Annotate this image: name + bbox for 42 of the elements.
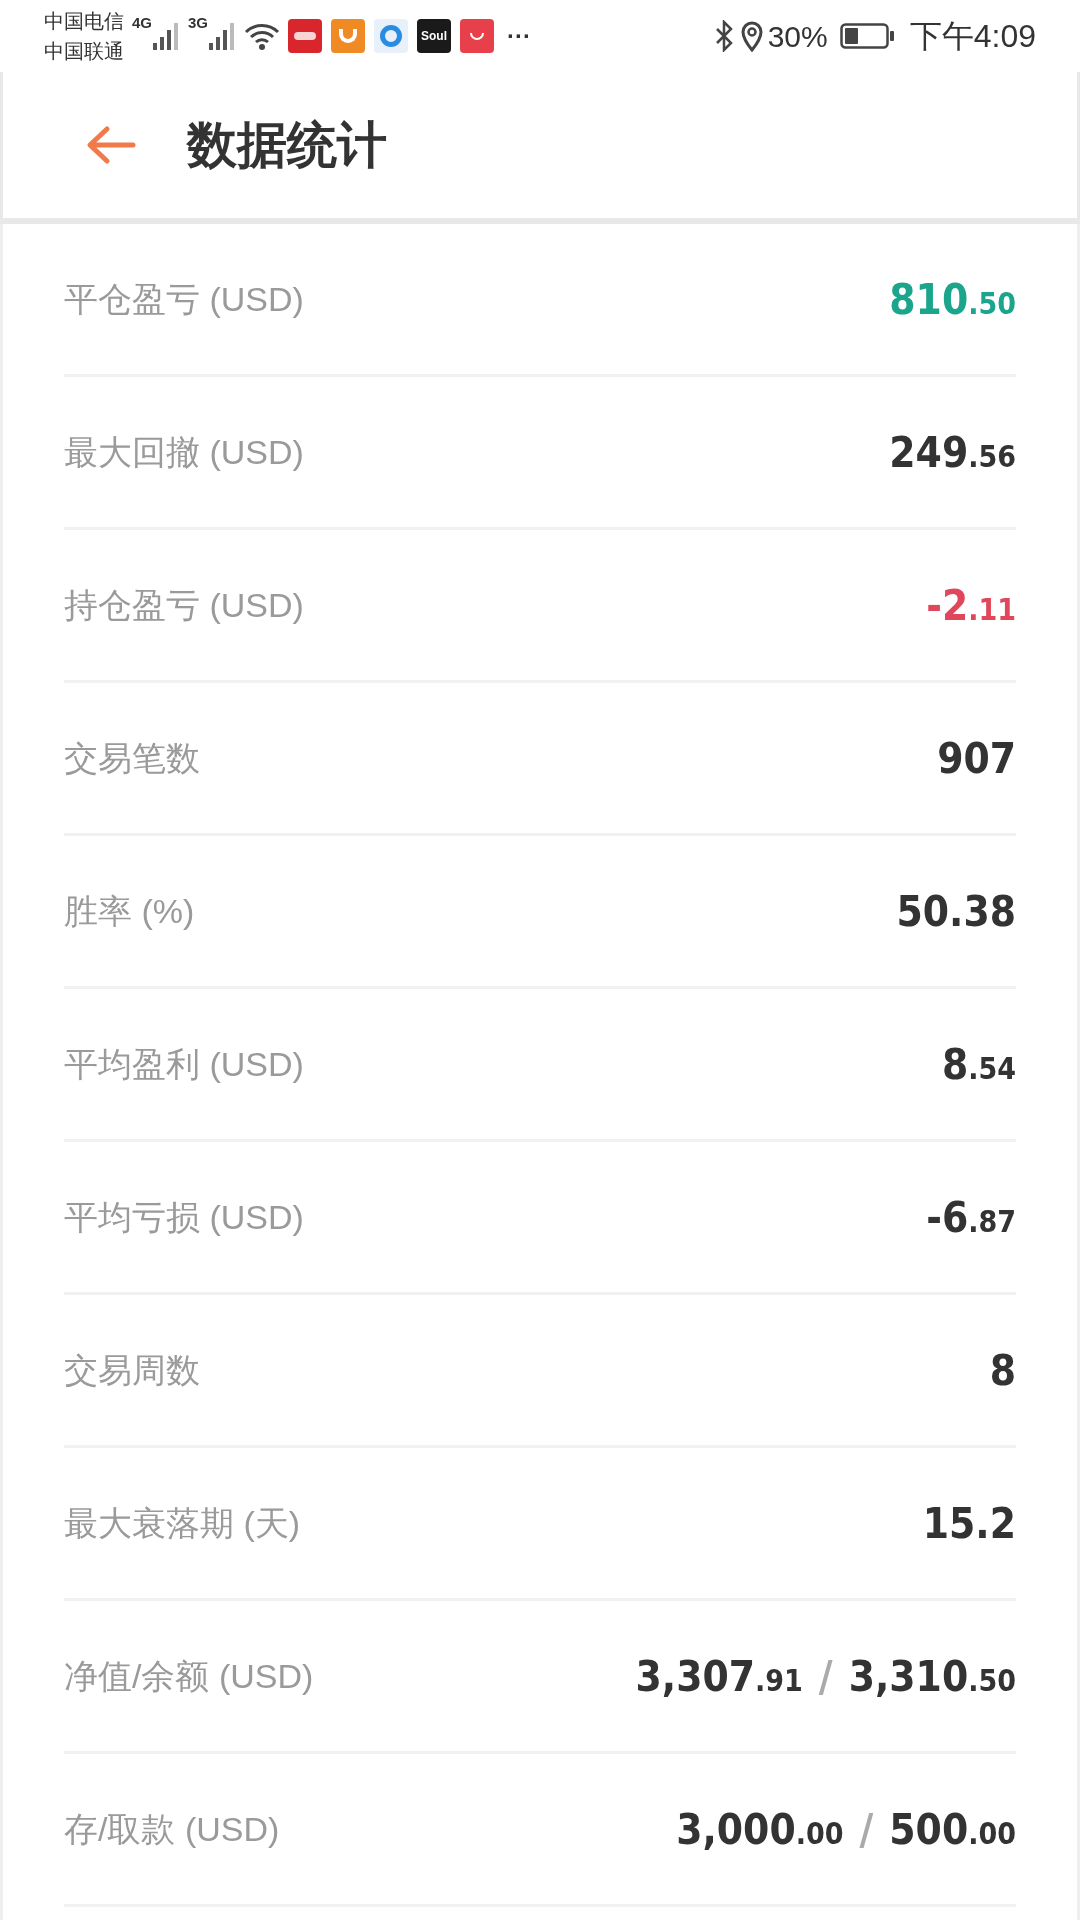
carrier-name: 中国联通 (44, 39, 124, 64)
location-icon (739, 20, 764, 52)
wifi-icon (244, 22, 281, 50)
back-arrow-icon[interactable] (85, 125, 137, 165)
app-icon: Soul (417, 19, 452, 53)
carrier-name: 中国电信 (44, 9, 124, 34)
battery-icon (839, 23, 896, 49)
signal-icon (208, 21, 235, 51)
bluetooth-icon (713, 20, 734, 52)
page-title: 数据统计 (187, 115, 387, 175)
stat-value: 50.38 (896, 885, 1016, 938)
stat-label: 交易周数 (64, 1349, 200, 1391)
stat-value: 3,000.00 / 500.00 (676, 1803, 1016, 1856)
app-icon (288, 19, 323, 53)
stat-label: 最大回撤 (USD) (64, 431, 304, 473)
stat-label: 净值/余额 (USD) (64, 1655, 314, 1697)
stat-label: 交易笔数 (64, 737, 200, 779)
app-icon (374, 19, 409, 53)
stat-label: 存/取款 (USD) (64, 1808, 280, 1850)
app-icon (331, 19, 366, 53)
battery-percent: 30% (767, 18, 828, 55)
stat-label: 平仓盈亏 (USD) (64, 278, 304, 320)
stat-value: 3,307.91 / 3,310.50 (635, 1650, 1016, 1703)
stat-label: 最大衰落期 (天) (64, 1502, 301, 1544)
stat-value: 907 (937, 732, 1016, 785)
stat-value: 8 (989, 1344, 1016, 1397)
stat-label: 胜率 (%) (64, 890, 195, 932)
stat-value: -2.11 (926, 579, 1016, 632)
clock-time: 下午4:09 (909, 17, 1036, 56)
app-icon (460, 19, 495, 53)
stat-value: 249.56 (889, 426, 1016, 479)
stat-value: 810.50 (889, 273, 1016, 326)
stat-value: 8.54 (941, 1038, 1016, 1091)
more-notifications: ··· (507, 21, 531, 51)
stat-label: 持仓盈亏 (USD) (64, 584, 304, 626)
stat-label: 平均亏损 (USD) (64, 1196, 304, 1238)
network-type: 3G (188, 13, 209, 33)
stat-value: -6.87 (926, 1191, 1016, 1244)
stat-value: 15.2 (922, 1497, 1016, 1550)
signal-icon (152, 21, 178, 51)
stat-label: 平均盈利 (USD) (64, 1043, 304, 1085)
network-type: 4G (132, 13, 152, 33)
